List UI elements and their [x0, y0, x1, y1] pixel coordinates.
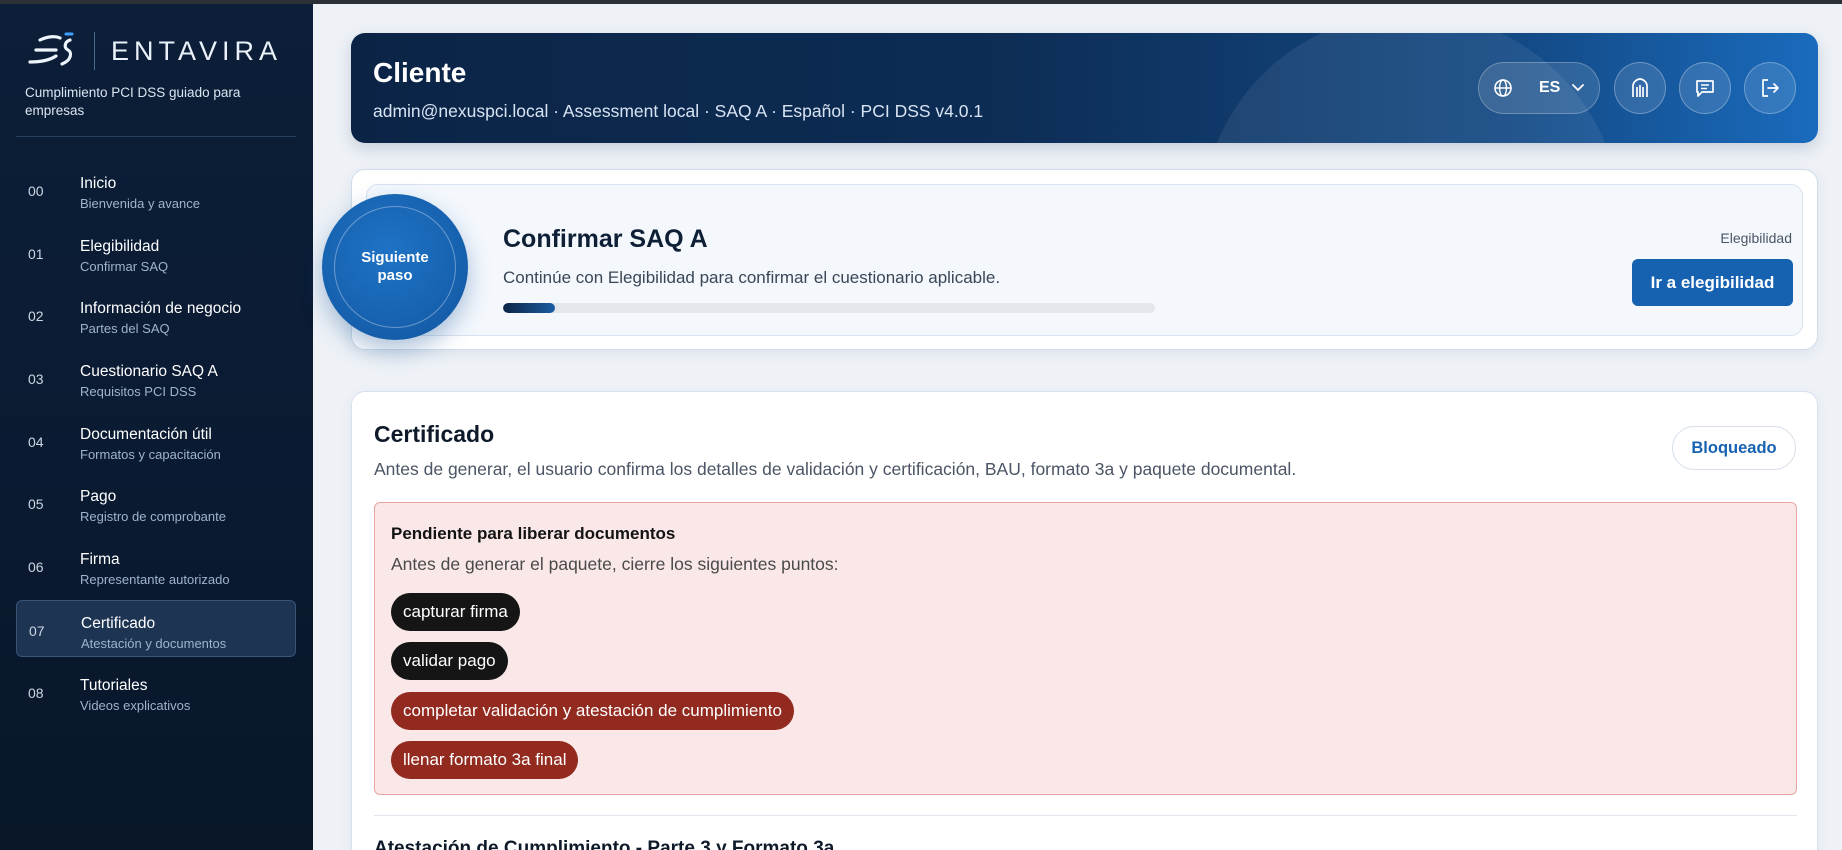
pending-chip-formato-3a[interactable]: llenar formato 3a final — [391, 741, 579, 779]
nav-subtitle: Partes del SAQ — [80, 321, 170, 337]
certificate-title: Certificado — [374, 421, 495, 447]
nav-title: Información de negocio — [80, 300, 242, 318]
next-step-inner — [366, 184, 1803, 336]
nav-title: Pago — [80, 488, 117, 506]
certificate-panel: Certificado Antes de generar, el usuario… — [351, 391, 1818, 850]
status-badge: Bloqueado — [1672, 426, 1796, 470]
progress-fill — [503, 303, 556, 313]
nav-subtitle: Bienvenida y avance — [80, 196, 200, 211]
brand-tagline: Cumplimiento PCI DSS guiado para empresa… — [25, 85, 241, 118]
attestation-section-title: Atestación de Cumplimiento - Parte 3 y F… — [374, 838, 835, 850]
nav-subtitle: Atestación y documentos — [81, 635, 227, 651]
pending-chip-firma[interactable]: capturar firma — [391, 593, 520, 631]
window-top-border — [0, 0, 1842, 4]
sidebar-item-documentacion[interactable]: 04 Documentación útil Formatos y capacit… — [16, 412, 296, 469]
messages-button[interactable] — [1679, 62, 1731, 114]
nav-title: Firma — [80, 551, 120, 569]
pending-chip-pago[interactable]: validar pago — [391, 642, 508, 680]
progress-bar — [503, 303, 1155, 313]
nav-subtitle: Confirmar SAQ — [80, 258, 169, 274]
page-header: Cliente admin@nexuspci.local · Assessmen… — [351, 33, 1818, 143]
nav-title: Inicio — [80, 175, 117, 192]
next-step-title: Confirmar SAQ A — [503, 225, 708, 253]
next-step-description: Continúe con Elegibilidad para confirmar… — [503, 268, 1001, 287]
chevron-down-icon — [1572, 84, 1585, 92]
language-value: ES — [1539, 79, 1561, 96]
brand-name: ENTAVIRA — [111, 35, 283, 66]
language-selector[interactable]: ES — [1478, 62, 1600, 114]
sidebar-item-tutoriales[interactable]: 08 Tutoriales Videos explicativos — [16, 663, 296, 720]
pending-alert: Pendiente para liberar documentos Antes … — [374, 502, 1797, 795]
go-eligibility-button[interactable]: Ir a elegibilidad — [1632, 259, 1793, 306]
nav-subtitle: Representante autorizado — [80, 572, 230, 588]
next-step-badge: Siguiente paso — [322, 194, 468, 340]
brand[interactable]: ENTAVIRA — [26, 30, 282, 72]
certificate-description: Antes de generar, el usuario confirma lo… — [374, 459, 1297, 479]
sidebar-item-informacion-negocio[interactable]: 02 Información de negocio Partes del SAQ — [16, 286, 296, 343]
sidebar-item-pago[interactable]: 05 Pago Registro de comprobante — [16, 474, 296, 531]
sidebar: ENTAVIRA Cumplimiento PCI DSS guiado par… — [0, 4, 313, 850]
logout-icon — [1762, 79, 1779, 97]
nav-number: 00 — [28, 183, 44, 199]
sidebar-item-certificado[interactable]: 07 Certificado Atestación y documentos — [16, 599, 296, 657]
nav-number: 08 — [28, 684, 44, 701]
sidebar-item-inicio[interactable]: 00 Inicio Bienvenida y avance — [16, 161, 296, 218]
page-title: Cliente — [373, 57, 467, 88]
nav-subtitle: Requisitos PCI DSS — [80, 384, 197, 400]
nav-subtitle: Formatos y capacitación — [80, 446, 221, 462]
section-divider — [374, 815, 1797, 816]
sidebar-divider — [16, 136, 296, 137]
pending-chip-atestacion[interactable]: completar validación y atestación de cum… — [391, 692, 794, 730]
nav-number: 05 — [28, 496, 44, 513]
sidebar-item-cuestionario[interactable]: 03 Cuestionario SAQ A Requisitos PCI DSS — [16, 349, 296, 406]
nav-number: 03 — [28, 371, 44, 388]
globe-icon — [1494, 79, 1512, 97]
building-icon — [1632, 78, 1648, 97]
nav-title: Elegibilidad — [80, 237, 160, 255]
nav-title: Documentación útil — [80, 425, 212, 443]
next-step-tag: Elegibilidad — [1720, 230, 1792, 246]
entavira-logo-icon — [28, 32, 74, 66]
nav-title: Tutoriales — [80, 676, 148, 694]
nav-number: 04 — [28, 433, 44, 450]
sidebar-item-firma[interactable]: 06 Firma Representante autorizado — [16, 537, 296, 594]
brand-divider — [94, 32, 95, 70]
sidebar-nav: 00 Inicio Bienvenida y avance 01 Elegibi… — [16, 161, 296, 725]
nav-title: Certificado — [81, 614, 156, 632]
pending-description: Antes de generar el paquete, cierre los … — [391, 554, 839, 574]
nav-subtitle: Registro de comprobante — [80, 509, 226, 525]
header-context: admin@nexuspci.local · Assessment local … — [373, 101, 984, 121]
pending-title: Pendiente para liberar documentos — [391, 524, 676, 543]
nav-number: 01 — [28, 245, 44, 262]
nav-number: 02 — [28, 308, 44, 325]
logout-button[interactable] — [1744, 62, 1796, 114]
nav-subtitle: Videos explicativos — [80, 697, 191, 713]
sidebar-item-elegibilidad[interactable]: 01 Elegibilidad Confirmar SAQ — [16, 224, 296, 281]
nav-number: 06 — [28, 559, 44, 576]
nav-title: Cuestionario SAQ A — [80, 363, 218, 381]
next-step-card — [351, 169, 1818, 350]
organization-button[interactable] — [1614, 62, 1666, 114]
chat-icon — [1696, 80, 1714, 97]
nav-number: 07 — [29, 622, 45, 639]
next-step-badge-label: Siguiente paso — [361, 249, 429, 284]
